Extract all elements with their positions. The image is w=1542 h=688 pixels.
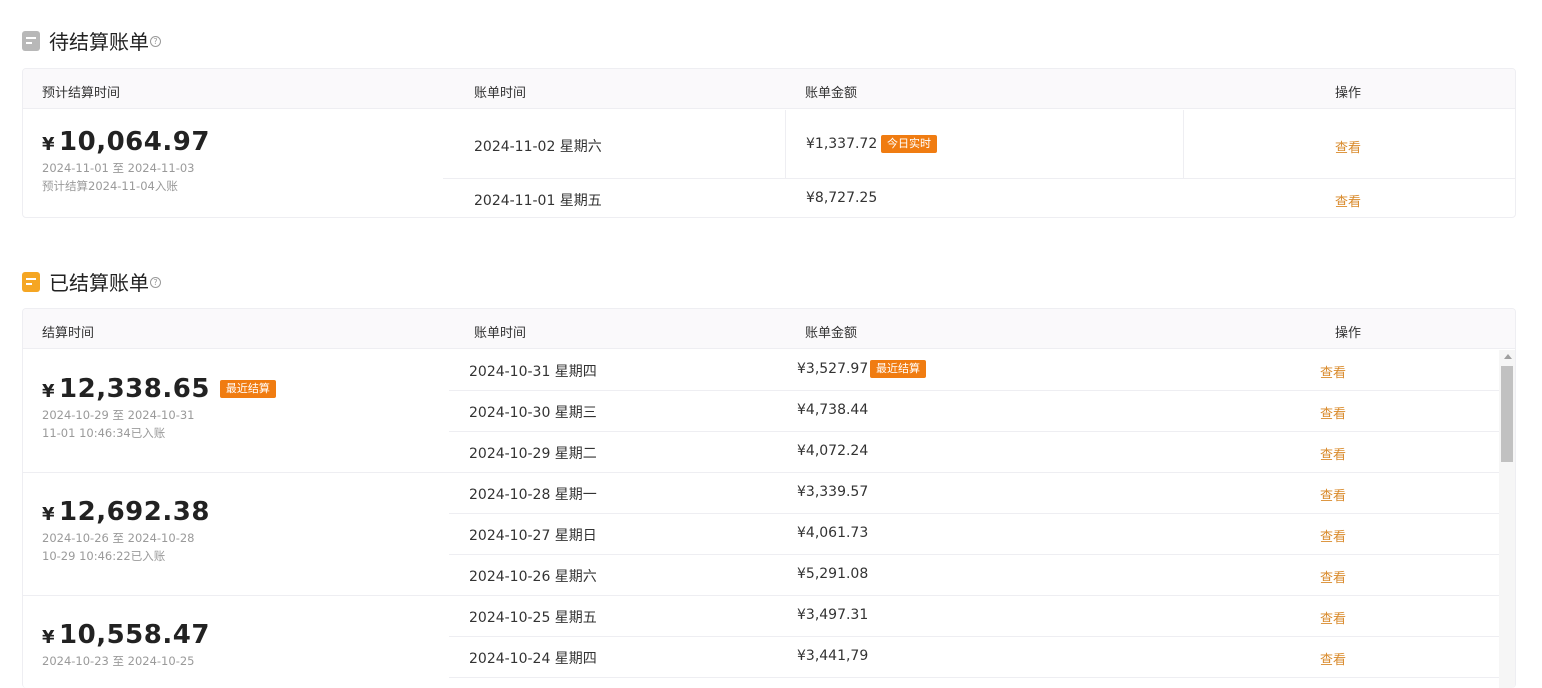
view-link[interactable]: 查看 (1320, 444, 1346, 463)
settled-total-amount: ¥12,692.38 (42, 497, 210, 527)
yen-symbol: ¥ (42, 381, 56, 402)
realtime-badge: 今日实时 (881, 135, 937, 153)
bill-amount: ¥3,339.57 (797, 484, 869, 500)
table-row: 2024-10-26 星期六 ¥5,291.08 查看 (449, 555, 1499, 596)
settled-table: 结算时间 账单时间 账单金额 操作 ¥12,338.65 最近结算 2024-1… (22, 308, 1516, 688)
recent-settle-badge: 最近结算 (219, 380, 276, 398)
group-date-range: 2024-10-26 至 2024-10-28 (42, 531, 195, 545)
bill-date: 2024-11-01 星期五 (474, 193, 602, 209)
scroll-up-arrow-icon[interactable] (1504, 354, 1512, 359)
amount-value: 10,558.47 (59, 620, 210, 650)
bill-amount: ¥3,441,79 (797, 648, 869, 664)
pending-table: 预计结算时间 账单时间 账单金额 操作 ¥10,064.97 2024-11-0… (22, 68, 1516, 218)
settlement-group: ¥10,558.47 2024-10-23 至 2024-10-25 2024-… (23, 596, 1499, 688)
group-summary: ¥12,692.38 2024-10-26 至 2024-10-28 10-29… (42, 497, 210, 565)
yen-symbol: ¥ (42, 134, 56, 155)
bill-amount: ¥8,727.25 (806, 190, 878, 206)
scrollbar-thumb[interactable] (1501, 366, 1513, 462)
table-row: 2024-10-30 星期三 ¥4,738.44 查看 (449, 391, 1499, 432)
settled-total-amount: ¥10,558.47 (42, 620, 210, 650)
group-summary: ¥10,558.47 2024-10-23 至 2024-10-25 (42, 620, 210, 670)
settlement-group: ¥12,692.38 2024-10-26 至 2024-10-28 10-29… (23, 473, 1499, 596)
bill-date: 2024-11-02 星期六 (474, 139, 602, 155)
bill-date: 2024-10-25 星期五 (469, 610, 597, 626)
bill-icon (22, 271, 40, 292)
view-link[interactable]: 查看 (1335, 137, 1361, 156)
group-summary: ¥12,338.65 最近结算 2024-10-29 至 2024-10-31 … (42, 374, 276, 442)
view-link[interactable]: 查看 (1320, 608, 1346, 627)
header-action: 操作 (1335, 86, 1362, 101)
bill-amount: ¥1,337.72 (806, 136, 878, 152)
settled-section-title: 已结算账单 ? (22, 267, 161, 296)
pending-title: 待结算账单 (49, 30, 149, 54)
table-row: 2024-10-28 星期一 ¥3,339.57 查看 (449, 473, 1499, 514)
table-row: 2024-11-02 星期六 ¥1,337.72 今日实时 查看 (443, 110, 1515, 179)
group-date-range: 2024-10-29 至 2024-10-31 (42, 408, 195, 422)
view-link[interactable]: 查看 (1320, 567, 1346, 586)
bill-amount: ¥4,072.24 (797, 443, 869, 459)
table-row: 2024-10-24 星期四 ¥3,441,79 查看 (449, 637, 1499, 678)
bill-date: 2024-10-24 星期四 (469, 651, 597, 667)
view-link[interactable]: 查看 (1320, 362, 1346, 381)
bill-amount: ¥3,497.31 (797, 607, 869, 623)
pending-table-header: 预计结算时间 账单时间 账单金额 操作 (23, 69, 1515, 109)
bill-amount: ¥4,061.73 (797, 525, 869, 541)
header-bill-amount: 账单金额 (805, 86, 858, 101)
header-settle-time: 结算时间 (42, 326, 95, 341)
header-bill-time: 账单时间 (474, 326, 527, 341)
view-link[interactable]: 查看 (1320, 403, 1346, 422)
bill-date: 2024-10-28 星期一 (469, 487, 597, 503)
view-link[interactable]: 查看 (1320, 485, 1346, 504)
pending-total-amount: ¥10,064.97 (42, 127, 210, 157)
view-link[interactable]: 查看 (1335, 191, 1361, 210)
amount-value: 12,338.65 (59, 374, 210, 404)
bill-amount: ¥3,527.97 (797, 361, 869, 377)
bill-amount: ¥4,738.44 (797, 402, 869, 418)
bill-date: 2024-10-29 星期二 (469, 446, 597, 462)
settlement-group: ¥12,338.65 最近结算 2024-10-29 至 2024-10-31 … (23, 350, 1499, 473)
recent-settle-badge: 最近结算 (870, 360, 926, 378)
header-bill-time: 账单时间 (474, 86, 527, 101)
pending-date-range: 2024-11-01 至 2024-11-03 (42, 161, 195, 175)
table-row: 2024-10-27 星期日 ¥4,061.73 查看 (449, 514, 1499, 555)
table-row: 2024-10-29 星期二 ¥4,072.24 查看 (449, 432, 1499, 473)
bill-date: 2024-10-31 星期四 (469, 364, 597, 380)
header-estimated-settle-time: 预计结算时间 (42, 86, 121, 101)
table-row: 2024-10-25 星期五 ¥3,497.31 查看 (449, 596, 1499, 637)
header-action: 操作 (1335, 326, 1362, 341)
table-row: 2024-10-31 星期四 ¥3,527.97 最近结算 查看 (449, 350, 1499, 391)
amount-value: 12,692.38 (59, 497, 210, 527)
group-settle-note: 11-01 10:46:34已入账 (42, 426, 166, 440)
bill-date: 2024-10-30 星期三 (469, 405, 597, 421)
settled-title: 已结算账单 (49, 271, 149, 295)
view-link[interactable]: 查看 (1320, 526, 1346, 545)
view-link[interactable]: 查看 (1320, 649, 1346, 668)
amount-value: 10,064.97 (59, 127, 210, 157)
bill-date: 2024-10-26 星期六 (469, 569, 597, 585)
bill-date: 2024-10-27 星期日 (469, 528, 597, 544)
header-bill-amount: 账单金额 (805, 326, 858, 341)
bill-icon (22, 30, 40, 51)
scrollbar[interactable] (1499, 350, 1515, 688)
pending-summary: ¥10,064.97 2024-11-01 至 2024-11-03 预计结算2… (42, 127, 210, 195)
pending-section-title: 待结算账单 ? (22, 26, 161, 55)
settled-total-amount: ¥12,338.65 (42, 374, 210, 404)
group-date-range: 2024-10-23 至 2024-10-25 (42, 654, 195, 668)
yen-symbol: ¥ (42, 627, 56, 648)
help-icon[interactable]: ? (150, 36, 161, 47)
table-row: 2024-11-01 星期五 ¥8,727.25 查看 (443, 179, 1515, 217)
help-icon[interactable]: ? (150, 277, 161, 288)
group-settle-note: 10-29 10:46:22已入账 (42, 549, 166, 563)
yen-symbol: ¥ (42, 504, 56, 525)
bill-amount: ¥5,291.08 (797, 566, 869, 582)
settled-table-header: 结算时间 账单时间 账单金额 操作 (23, 309, 1515, 349)
pending-settle-note: 预计结算2024-11-04入账 (42, 179, 178, 193)
